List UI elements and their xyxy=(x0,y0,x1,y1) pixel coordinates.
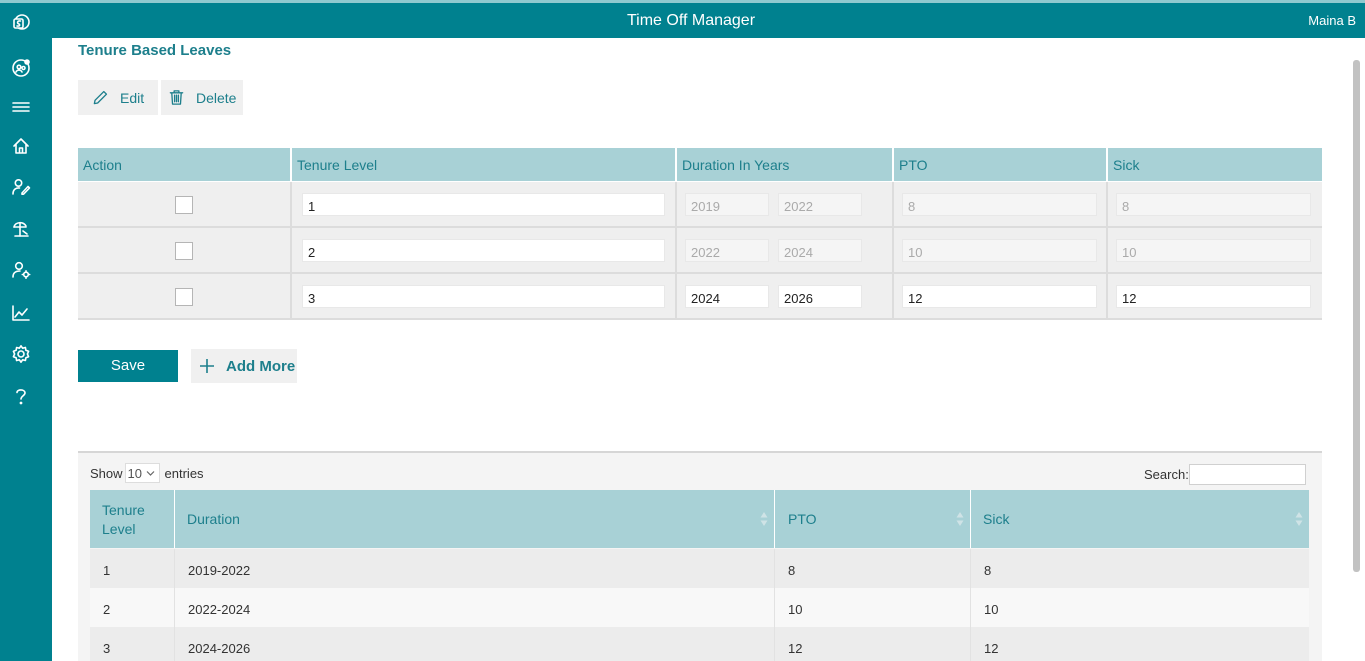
app-title: Time Off Manager xyxy=(626,12,756,29)
search-label: Search: xyxy=(1144,467,1189,482)
col-header-tenure-level[interactable]: Tenure Level xyxy=(90,490,175,548)
chevron-down-icon xyxy=(146,471,154,476)
user-edit-icon[interactable] xyxy=(10,176,32,198)
sort-icon xyxy=(956,511,964,527)
cell-pto: 10 xyxy=(775,588,971,627)
row-3-checkbox[interactable] xyxy=(175,288,193,306)
col-header-pto-label: PTO xyxy=(788,511,817,527)
grid-header-tenure-level: Tenure Level xyxy=(292,148,677,181)
add-more-label: Add More xyxy=(226,357,296,375)
show-label: Show xyxy=(90,465,123,481)
grid-row-3-action xyxy=(78,274,292,320)
row-2-sick-input[interactable]: 10 xyxy=(1116,239,1311,262)
grid-header-duration: Duration In Years xyxy=(677,148,894,181)
row-1-pto-input[interactable]: 8 xyxy=(902,193,1097,216)
summary-table-panel: Show 10 entries Search: Tenure Level Dur… xyxy=(78,451,1322,661)
search-input[interactable] xyxy=(1189,464,1306,485)
team-icon[interactable] xyxy=(10,57,32,79)
row-2-tenure-level-input[interactable]: 2 xyxy=(302,239,665,262)
pencil-icon xyxy=(93,90,108,105)
home-icon[interactable] xyxy=(10,135,32,157)
grid-row-3-level-cell: 3 xyxy=(292,274,677,320)
grid-row-2-duration-cell: 2022 2024 xyxy=(677,228,894,274)
sidebar xyxy=(0,3,52,661)
cell-pto: 8 xyxy=(775,549,971,588)
edit-button[interactable]: Edit xyxy=(78,80,158,115)
col-header-sick-label: Sick xyxy=(983,511,1010,527)
table-row: 1 2019-2022 8 8 xyxy=(90,549,1309,588)
grid-row-1-action xyxy=(78,182,292,228)
user-name[interactable]: Maina B xyxy=(1308,13,1356,28)
row-1-sick-input[interactable]: 8 xyxy=(1116,193,1311,216)
leave-icon[interactable] xyxy=(10,218,32,240)
chart-icon[interactable] xyxy=(10,302,32,324)
row-1-tenure-level-input[interactable]: 1 xyxy=(302,193,665,216)
page-length-control: Show 10 entries xyxy=(90,463,204,483)
row-2-from-year-input[interactable]: 2022 xyxy=(685,239,769,262)
page-length-value: 10 xyxy=(127,466,142,481)
page-title: Tenure Based Leaves xyxy=(78,42,232,59)
plus-icon xyxy=(200,359,214,373)
col-header-pto[interactable]: PTO xyxy=(775,490,971,548)
delete-button-label: Delete xyxy=(196,89,237,106)
row-1-from-year-input[interactable]: 2019 xyxy=(685,193,769,216)
row-3-tenure-level-input[interactable]: 3 xyxy=(302,285,665,308)
grid-row-3-pto-cell: 12 xyxy=(894,274,1108,320)
cell-tenure-level: 2 xyxy=(90,588,175,627)
row-1-checkbox[interactable] xyxy=(175,196,193,214)
cell-duration: 2024-2026 xyxy=(175,627,775,661)
cell-sick: 10 xyxy=(984,602,999,617)
row-3-to-year-input[interactable]: 2026 xyxy=(778,285,862,308)
delete-button[interactable]: Delete xyxy=(161,80,243,115)
user-settings-icon[interactable] xyxy=(10,259,32,281)
col-header-tenure-level-label: Tenure Level xyxy=(102,502,145,537)
col-header-duration-label: Duration xyxy=(187,511,240,527)
row-1-to-year-input[interactable]: 2022 xyxy=(778,193,862,216)
table-row: 2 2022-2024 10 10 xyxy=(90,588,1309,627)
sort-icon xyxy=(1295,511,1303,527)
sharepoint-icon[interactable] xyxy=(10,12,32,34)
cell-tenure-level: 1 xyxy=(90,549,175,588)
table-row: 3 2024-2026 12 12 xyxy=(90,627,1309,661)
cell-pto: 12 xyxy=(775,627,971,661)
grid-row-3-sick-cell: 12 xyxy=(1108,274,1322,320)
grid-header-action: Action xyxy=(78,148,292,181)
sort-icon xyxy=(760,511,768,527)
grid-row-1-level-cell: 1 xyxy=(292,182,677,228)
grid-row-2-action xyxy=(78,228,292,274)
grid-row-2-pto-cell: 10 xyxy=(894,228,1108,274)
row-3-pto-input[interactable]: 12 xyxy=(902,285,1097,308)
menu-icon[interactable] xyxy=(10,96,32,118)
page-length-select[interactable]: 10 xyxy=(124,463,160,483)
app-header: Time Off Manager Maina B xyxy=(52,3,1365,38)
row-3-sick-input[interactable]: 12 xyxy=(1116,285,1311,308)
entries-label: entries xyxy=(164,465,204,481)
col-header-sick[interactable]: Sick xyxy=(971,490,1309,548)
cell-sick: 8 xyxy=(984,563,992,578)
trash-icon xyxy=(169,90,184,105)
grid-header-pto: PTO xyxy=(894,148,1108,181)
row-2-to-year-input[interactable]: 2024 xyxy=(778,239,862,262)
grid-row-3-duration-cell: 2024 2026 xyxy=(677,274,894,320)
settings-icon[interactable] xyxy=(10,343,32,365)
row-3-from-year-input[interactable]: 2024 xyxy=(685,285,769,308)
grid-row-1-duration-cell: 2019 2022 xyxy=(677,182,894,228)
grid-row-1-sick-cell: 8 xyxy=(1108,182,1322,228)
col-header-duration[interactable]: Duration xyxy=(175,490,775,548)
cell-duration: 2019-2022 xyxy=(175,549,775,588)
grid-row-2-sick-cell: 10 xyxy=(1108,228,1322,274)
row-2-pto-input[interactable]: 10 xyxy=(902,239,1097,262)
grid-row-1-pto-cell: 8 xyxy=(894,182,1108,228)
cell-sick: 12 xyxy=(984,641,999,656)
grid-header-sick: Sick xyxy=(1108,148,1322,181)
help-icon[interactable] xyxy=(10,385,32,407)
add-more-button[interactable]: Add More xyxy=(191,349,297,383)
row-2-checkbox[interactable] xyxy=(175,242,193,260)
cell-tenure-level: 3 xyxy=(90,627,175,661)
save-button[interactable]: Save xyxy=(78,350,178,382)
cell-duration: 2022-2024 xyxy=(175,588,775,627)
grid-row-2-level-cell: 2 xyxy=(292,228,677,274)
page-scrollbar[interactable] xyxy=(1353,60,1360,572)
edit-button-label: Edit xyxy=(120,89,145,106)
